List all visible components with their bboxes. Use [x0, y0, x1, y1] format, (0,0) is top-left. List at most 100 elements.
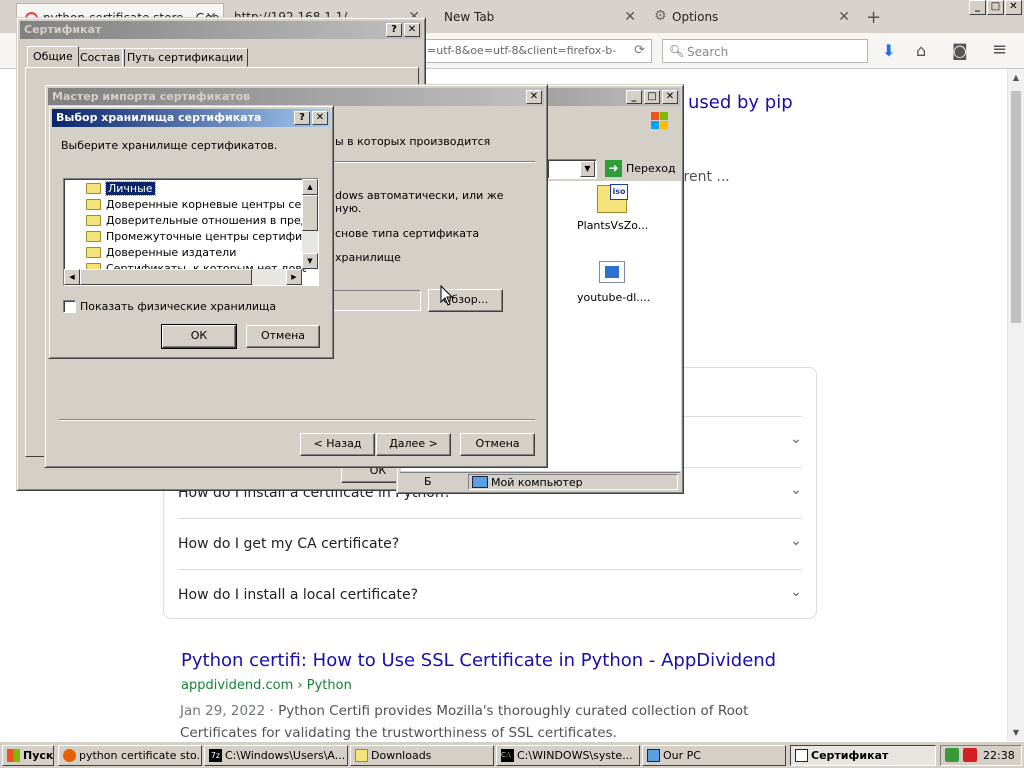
- folder-icon: [355, 749, 368, 762]
- start-button[interactable]: Пуск: [2, 745, 54, 766]
- tab-cert-path[interactable]: Путь сертификации: [122, 48, 249, 67]
- windows-flag-icon: [7, 749, 20, 762]
- task-cmd[interactable]: C:\ C:\WINDOWS\syste...: [496, 745, 640, 766]
- address-combo[interactable]: ▼: [547, 159, 597, 179]
- chevron-down-icon: ⌄: [790, 584, 802, 600]
- tree-vscrollbar[interactable]: ▲ ▼: [302, 179, 318, 269]
- task-firefox[interactable]: python certificate sto...: [58, 745, 202, 766]
- chevron-down-icon: ⌄: [790, 533, 802, 549]
- tab-label: Путь сертификации: [127, 51, 244, 64]
- close-button[interactable]: ✕: [1005, 0, 1022, 15]
- scroll-down-icon[interactable]: ▼: [302, 253, 318, 269]
- close-button[interactable]: ✕: [662, 90, 678, 104]
- exe-file-icon: [599, 261, 625, 283]
- network-icon[interactable]: [945, 748, 959, 762]
- close-button[interactable]: ✕: [526, 90, 542, 104]
- store-item-intermediate[interactable]: Промежуточные центры сертификации: [84, 229, 306, 245]
- go-arrow-icon: ➜: [605, 160, 622, 177]
- store-item-personal[interactable]: Личные: [84, 181, 306, 197]
- next-button[interactable]: Далее >: [376, 433, 451, 456]
- minimize-button[interactable]: _: [969, 0, 986, 15]
- close-button[interactable]: ✕: [312, 111, 328, 125]
- search-input[interactable]: 🔍︎ Search: [662, 39, 868, 63]
- search-result-url[interactable]: appdividend.com › Python: [181, 678, 352, 693]
- scroll-up-icon[interactable]: ▲: [302, 179, 318, 195]
- tab-general[interactable]: Общие: [27, 46, 79, 67]
- file-item[interactable]: youtube-dl....: [577, 261, 650, 304]
- scroll-up-icon[interactable]: ▲: [1008, 69, 1024, 86]
- antivirus-icon[interactable]: [963, 748, 977, 762]
- go-button[interactable]: ➜ Переход: [602, 159, 680, 179]
- window-controls: _ □ ✕: [968, 0, 1022, 15]
- paa-question[interactable]: How do I get my CA certificate? ⌄: [178, 518, 802, 569]
- show-physical-checkbox[interactable]: [63, 300, 76, 313]
- reload-icon[interactable]: ⟳: [634, 43, 645, 58]
- store-item-publishers[interactable]: Доверенные издатели: [84, 245, 306, 261]
- scroll-thumb[interactable]: [80, 269, 252, 285]
- minimize-button[interactable]: _: [626, 90, 642, 104]
- cancel-button[interactable]: Отмена: [246, 325, 320, 348]
- tab-details[interactable]: Состав: [75, 48, 126, 67]
- chevron-down-icon[interactable]: ▼: [580, 161, 595, 177]
- store-name-field[interactable]: [325, 290, 421, 311]
- close-tab-icon[interactable]: ✕: [624, 9, 636, 25]
- store-tree[interactable]: Личные Доверенные корневые центры сертиф…: [63, 178, 319, 286]
- cancel-button[interactable]: Отмена: [460, 433, 535, 456]
- close-tab-icon[interactable]: ✕: [838, 9, 850, 25]
- scroll-left-icon[interactable]: ◀: [64, 269, 80, 285]
- scroll-down-icon[interactable]: ▼: [1008, 724, 1024, 741]
- url-bar[interactable]: =utf-8&oe=utf-8&client=firefox-b- ⟳: [420, 39, 652, 63]
- gear-icon: ⚙: [654, 8, 667, 24]
- status-size: Б: [424, 475, 432, 488]
- page-scrollbar[interactable]: ▲ ▼: [1007, 69, 1024, 741]
- pocket-icon[interactable]: ◙: [952, 41, 968, 60]
- scroll-thumb[interactable]: [1011, 91, 1021, 323]
- task-downloads[interactable]: Downloads: [350, 745, 494, 766]
- task-7zip[interactable]: 7z C:\Windows\Users\A...: [204, 745, 348, 766]
- folder-icon: [86, 231, 101, 242]
- wizard-type-option: снове типа сертификата: [335, 227, 480, 240]
- console-icon: C:\: [501, 749, 514, 762]
- result-date: Jan 29, 2022 ·: [180, 703, 279, 719]
- ok-button[interactable]: ОК: [161, 324, 237, 349]
- iso-file-icon: iso: [597, 184, 628, 213]
- new-tab-button[interactable]: +: [860, 3, 886, 31]
- wizard-auto-option: dows автоматически, или же: [335, 189, 504, 202]
- status-computer: Мой компьютер: [491, 476, 583, 489]
- home-icon[interactable]: ⌂: [916, 41, 926, 60]
- paa-question-text: How do I install a local certificate?: [178, 587, 419, 603]
- maximize-button[interactable]: □: [987, 0, 1004, 15]
- system-tray: 22:38: [940, 745, 1022, 766]
- file-item[interactable]: iso PlantsVsZo...: [577, 184, 649, 232]
- paa-question[interactable]: How do I install a local certificate? ⌄: [178, 569, 802, 620]
- chevron-down-icon: ⌄: [790, 482, 802, 498]
- browser-tab-options[interactable]: ⚙ Options ✕: [646, 3, 856, 31]
- folder-icon: [86, 247, 101, 258]
- back-button[interactable]: < Назад: [300, 433, 375, 456]
- separator: [59, 419, 535, 421]
- search-result-title[interactable]: Python certifi: How to Use SSL Certifica…: [181, 650, 776, 671]
- maximize-button[interactable]: □: [644, 90, 660, 104]
- close-button[interactable]: ✕: [404, 23, 420, 37]
- tab-label: Options: [672, 10, 719, 24]
- search-result-title-fragment[interactable]: used by pip: [688, 92, 793, 113]
- browser-tab-new[interactable]: New Tab ✕: [434, 3, 642, 31]
- scroll-right-icon[interactable]: ▶: [286, 269, 302, 285]
- select-store-dialog: Выбор хранилища сертификата ? ✕ Выберите…: [48, 105, 334, 359]
- go-label: Переход: [626, 162, 676, 175]
- task-certificate[interactable]: Сертификат: [790, 745, 936, 766]
- store-item-root[interactable]: Доверенные корневые центры сертификации: [84, 197, 306, 213]
- certificate-dialog-titlebar: Сертификат ? ✕: [20, 21, 422, 39]
- task-our-pc[interactable]: Our PC: [642, 745, 786, 766]
- show-physical-label: Показать физические хранилища: [80, 300, 277, 313]
- help-button[interactable]: ?: [386, 23, 402, 37]
- menu-icon[interactable]: ≡: [992, 39, 1007, 60]
- search-placeholder: Search: [687, 45, 729, 59]
- download-icon[interactable]: ⬇: [882, 41, 895, 60]
- store-item-trust[interactable]: Доверительные отношения в предприятии: [84, 213, 306, 229]
- scroll-thumb[interactable]: [302, 195, 318, 231]
- tree-hscrollbar[interactable]: ◀ ▶: [64, 269, 302, 285]
- file-name: PlantsVsZo...: [577, 219, 649, 232]
- 7zip-icon: 7z: [209, 749, 222, 762]
- help-button[interactable]: ?: [294, 111, 310, 125]
